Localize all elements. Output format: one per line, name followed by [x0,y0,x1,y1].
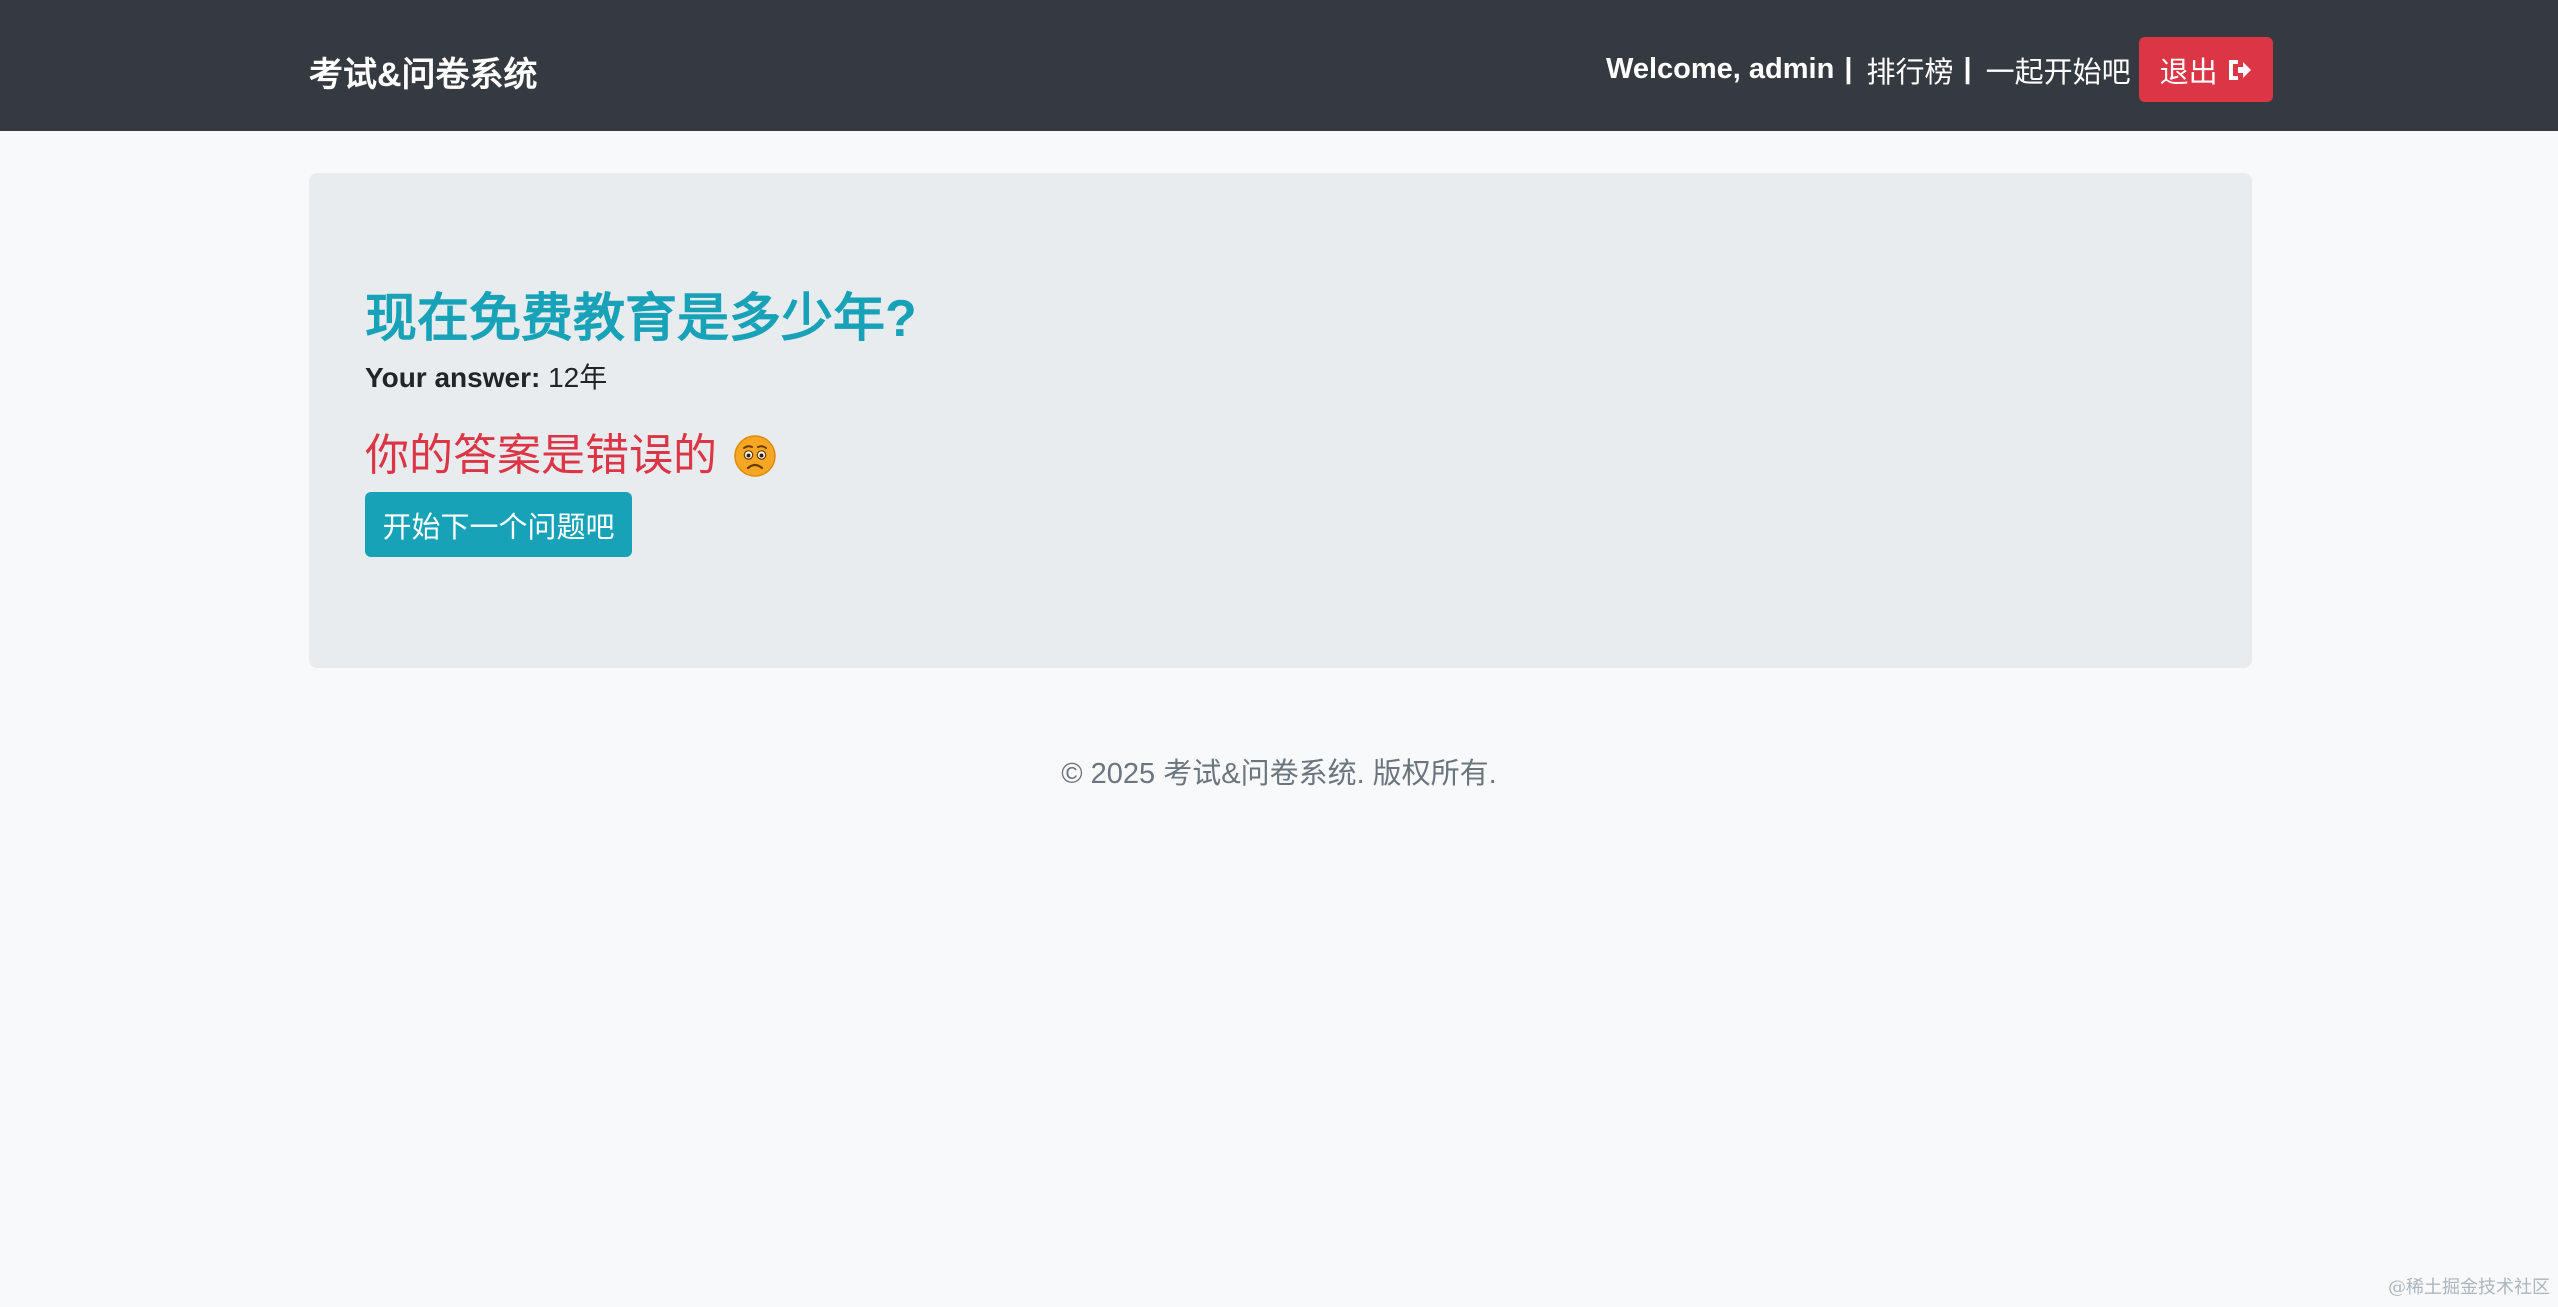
logout-button[interactable]: 退出 [2138,37,2273,102]
nav-separator: | [1963,53,1972,85]
logout-label: 退出 [2159,56,2218,89]
result-text: 你的答案是错误的 [365,431,717,480]
answer-label: Your answer: [365,362,541,393]
worried-face-emoji [734,435,776,477]
leaderboard-link[interactable]: 排行榜 [1866,49,1953,91]
start-link[interactable]: 一起开始吧 [1986,49,2131,91]
brand-link[interactable]: 考试&问卷系统 [309,50,538,100]
answer-value: 12年 [548,362,608,393]
sign-out-icon [2228,59,2251,80]
your-answer: Your answer: 12年 [365,358,607,398]
result-panel: 现在免费教育是多少年? Your answer: 12年 你的答案是错误的 开始… [309,173,2252,668]
footer-copyright: © 2025 考试&问卷系统. 版权所有. [1061,758,1497,790]
watermark: @稀土掘金技术社区 [2388,1277,2550,1298]
nav-right-group: Welcome, admin | 排行榜 | 一起开始吧 退出 [1606,37,2273,102]
welcome-text: Welcome, admin [1606,53,1835,85]
question-title: 现在免费教育是多少年? [365,290,917,348]
top-navbar: 考试&问卷系统 Welcome, admin | 排行榜 | 一起开始吧 退出 [0,0,2558,131]
result-message: 你的答案是错误的 [365,423,777,489]
nav-separator: | [1844,53,1853,85]
next-question-button[interactable]: 开始下一个问题吧 [365,492,632,557]
